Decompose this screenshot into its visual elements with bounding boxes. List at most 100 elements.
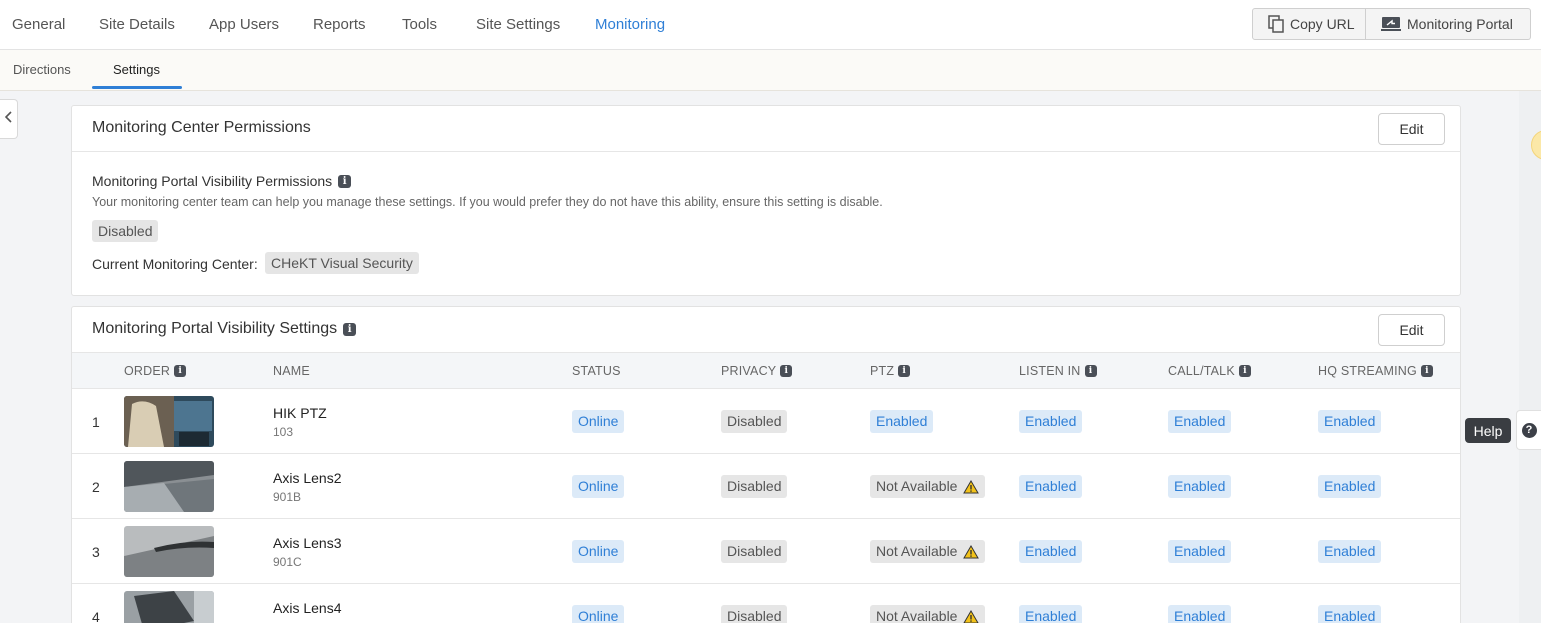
table-header: ORDER i NAME STATUS PRIVACY i PTZ i LISTEN … <box>72 353 1460 389</box>
camera-name: Axis Lens3 <box>273 535 342 551</box>
edit-visibility-button[interactable]: Edit <box>1378 314 1445 346</box>
hq-streaming-badge: Enabled <box>1318 410 1382 433</box>
info-icon[interactable]: i <box>898 365 911 377</box>
info-icon[interactable]: i <box>780 365 793 377</box>
col-order: ORDER i <box>124 364 187 378</box>
tab-monitoring[interactable]: Monitoring <box>595 0 665 49</box>
listen-in-badge: Enabled <box>1019 540 1083 563</box>
warning-icon <box>963 609 980 623</box>
subtab-settings[interactable]: Settings <box>113 50 160 90</box>
help-tooltip: Help <box>1465 418 1511 443</box>
chevron-left-icon <box>4 110 13 128</box>
col-listen-in: LISTEN IN i <box>1019 364 1097 378</box>
status-badge: Online <box>572 410 625 433</box>
copy-url-button[interactable]: Copy URL <box>1252 8 1366 40</box>
table-row[interactable]: 2 Axis Lens2 901B Online Disabled Not Av… <box>72 454 1460 519</box>
col-privacy: PRIVACY i <box>721 364 793 378</box>
permission-status-badge: Disabled <box>92 220 159 242</box>
row-order: 4 <box>92 609 100 623</box>
info-icon[interactable]: i <box>343 322 357 336</box>
ptz-badge-label: Not Available <box>876 478 958 494</box>
call-talk-badge: Enabled <box>1168 410 1232 433</box>
info-icon[interactable]: i <box>1238 365 1251 377</box>
visibility-permissions-text: Monitoring Portal Visibility Permissions <box>92 173 333 189</box>
col-ptz-label: PTZ <box>870 364 895 378</box>
col-call-talk-label: CALL/TALK <box>1168 364 1235 378</box>
camera-name: HIK PTZ <box>273 405 327 421</box>
table-row[interactable]: 1 HIK PTZ 103 Online Disabled Enabled En… <box>72 389 1460 454</box>
top-nav: General Site Details App Users Reports T… <box>0 0 1541 50</box>
col-order-label: ORDER <box>124 364 171 378</box>
privacy-badge: Disabled <box>721 475 788 498</box>
table-row[interactable]: 3 Axis Lens3 901C Online Disabled Not Av… <box>72 519 1460 584</box>
tab-site-settings[interactable]: Site Settings <box>476 0 560 49</box>
warning-icon <box>963 479 980 494</box>
hq-streaming-badge: Enabled <box>1318 540 1382 563</box>
monitoring-portal-label: Monitoring Portal <box>1407 16 1513 32</box>
row-order: 3 <box>92 544 100 560</box>
info-icon[interactable]: i <box>1420 365 1433 377</box>
monitoring-portal-button[interactable]: Monitoring Portal <box>1366 8 1531 40</box>
help-button[interactable]: ? <box>1516 410 1541 450</box>
status-badge: Online <box>572 540 625 563</box>
camera-thumbnail[interactable] <box>124 526 214 577</box>
camera-name: Axis Lens4 <box>273 600 342 616</box>
subtab-directions[interactable]: Directions <box>13 50 71 90</box>
ptz-badge-label: Not Available <box>876 543 958 559</box>
privacy-badge: Disabled <box>721 540 788 563</box>
listen-in-badge: Enabled <box>1019 605 1083 623</box>
current-center-label: Current Monitoring Center: <box>92 256 258 272</box>
row-order: 1 <box>92 414 100 430</box>
tab-app-users[interactable]: App Users <box>209 0 279 49</box>
ptz-badge: Not Available <box>870 540 986 563</box>
col-hq-streaming: HQ STREAMING i <box>1318 364 1433 378</box>
copy-url-label: Copy URL <box>1290 16 1355 32</box>
ptz-badge-label: Not Available <box>876 608 958 623</box>
camera-name: Axis Lens2 <box>273 470 342 486</box>
hq-streaming-badge: Enabled <box>1318 475 1382 498</box>
call-talk-badge: Enabled <box>1168 475 1232 498</box>
camera-id: 901C <box>273 555 302 569</box>
current-center-badge: CHeKT Visual Security <box>265 252 419 274</box>
col-listen-in-label: LISTEN IN <box>1019 364 1081 378</box>
camera-thumbnail[interactable] <box>124 591 214 623</box>
col-name: NAME <box>273 364 310 378</box>
ptz-badge: Not Available <box>870 605 986 623</box>
card-header: Monitoring Center Permissions Edit <box>72 106 1460 152</box>
edit-permissions-button[interactable]: Edit <box>1378 113 1445 145</box>
col-hq-streaming-label: HQ STREAMING <box>1318 364 1417 378</box>
listen-in-badge: Enabled <box>1019 410 1083 433</box>
table-row[interactable]: 4 Axis Lens4 Online Disabled Not Availab… <box>72 584 1460 623</box>
col-name-label: NAME <box>273 364 310 378</box>
status-badge: Online <box>572 475 625 498</box>
visibility-settings-card: Monitoring Portal Visibility Settings i … <box>71 306 1461 623</box>
ptz-badge: Not Available <box>870 475 986 498</box>
call-talk-badge: Enabled <box>1168 605 1232 623</box>
collapse-sidebar-button[interactable] <box>0 99 18 139</box>
permissions-body: Monitoring Portal Visibility Permissions… <box>72 152 1460 295</box>
tab-site-details[interactable]: Site Details <box>99 0 175 49</box>
copy-icon <box>1268 15 1284 33</box>
sub-nav: Directions Settings <box>0 50 1541 91</box>
tab-general[interactable]: General <box>12 0 65 49</box>
ptz-badge: Enabled <box>870 410 934 433</box>
info-icon[interactable]: i <box>338 174 352 188</box>
call-talk-badge: Enabled <box>1168 540 1232 563</box>
privacy-badge: Disabled <box>721 410 788 433</box>
monitoring-center-permissions-card: Monitoring Center Permissions Edit Monit… <box>71 105 1461 296</box>
camera-id: 103 <box>273 425 294 439</box>
info-icon[interactable]: i <box>1084 365 1097 377</box>
camera-thumbnail[interactable] <box>124 396 214 447</box>
info-icon[interactable]: i <box>174 365 187 377</box>
col-privacy-label: PRIVACY <box>721 364 777 378</box>
col-call-talk: CALL/TALK i <box>1168 364 1251 378</box>
card-title: Monitoring Center Permissions <box>92 119 311 136</box>
camera-thumbnail[interactable] <box>124 461 214 512</box>
status-badge: Online <box>572 605 625 623</box>
hq-streaming-badge: Enabled <box>1318 605 1382 623</box>
col-status-label: STATUS <box>572 364 621 378</box>
tab-tools[interactable]: Tools <box>402 0 437 49</box>
top-button-group: Copy URL Monitoring Portal <box>1252 8 1531 40</box>
visibility-permissions-label: Monitoring Portal Visibility Permissions… <box>92 173 352 189</box>
tab-reports[interactable]: Reports <box>313 0 366 49</box>
